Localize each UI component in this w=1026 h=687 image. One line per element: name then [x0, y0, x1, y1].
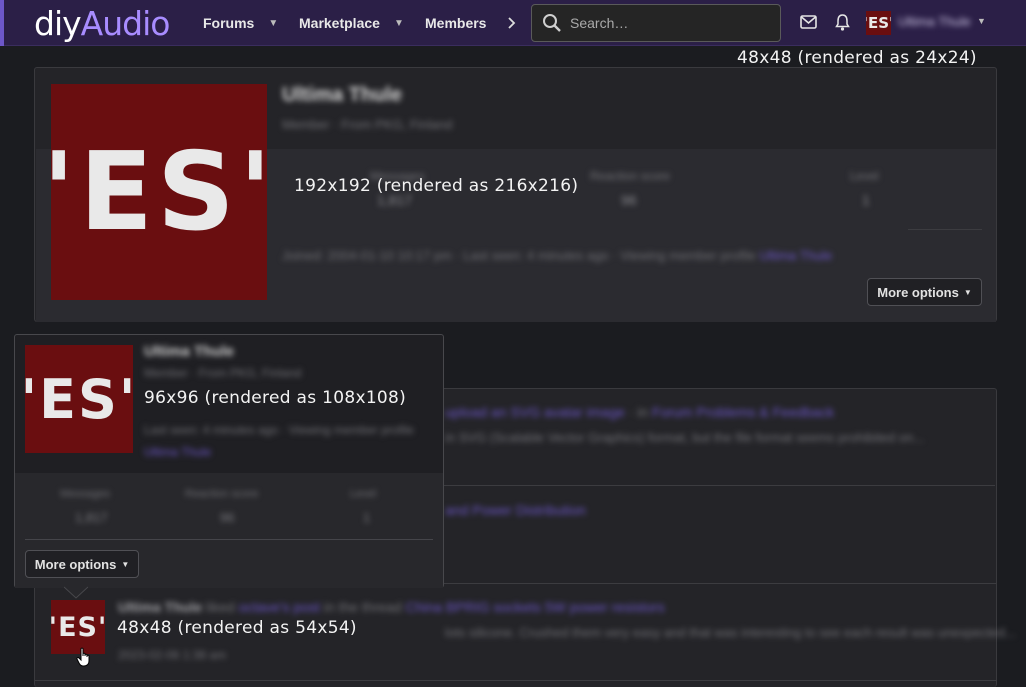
stat-value[interactable]: 96	[621, 192, 637, 208]
activity-item[interactable]: upload an SVG avatar image · in Forum Pr…	[445, 404, 834, 420]
site-logo[interactable]: diyAudio	[34, 4, 171, 43]
activity-item[interactable]: and Power Distribution	[445, 502, 586, 518]
caret-down-icon: ▼	[963, 287, 972, 297]
user-link[interactable]: Ultima Thule	[118, 599, 202, 615]
search-icon	[543, 14, 561, 32]
annotation-medium: 96x96 (rendered as 108x108)	[144, 388, 407, 408]
activity-avatar-small[interactable]: 'ES'	[51, 600, 105, 654]
site-header: diyAudio Forums ▼ Marketplace ▼ Members …	[0, 0, 1026, 46]
tooltip-name[interactable]: Ultima Thule	[144, 343, 234, 360]
member-tooltip: 'ES' Ultima Thule Member · From PKG, Fin…	[14, 334, 444, 588]
profile-name[interactable]: Ultima Thule	[282, 84, 402, 107]
last-seen-link[interactable]: Ultima Thule	[144, 445, 211, 459]
stat-value[interactable]: 96	[220, 510, 234, 525]
logo-diy: diy	[34, 4, 82, 43]
activity-text: liked	[205, 599, 235, 615]
account-name[interactable]: Ultima Thule	[898, 14, 971, 29]
hand-cursor-icon	[76, 647, 90, 667]
tooltip-subtitle: Member · From PKG, Finland	[144, 366, 302, 380]
annotation-large: 192x192 (rendered as 216x216)	[294, 176, 579, 196]
thread-link[interactable]: China BPRIG sockets 5W power resistors	[406, 599, 665, 615]
bell-icon[interactable]	[835, 13, 850, 31]
stat-value[interactable]: 1	[862, 192, 870, 208]
avatar-text: 'ES'	[25, 367, 133, 431]
stat-label: Level	[350, 488, 377, 500]
nav-more-arrow[interactable]	[506, 0, 516, 46]
annotation-small: 48x48 (rendered as 54x54)	[117, 618, 357, 638]
avatar-text: 'ES'	[51, 611, 105, 643]
caret-down-icon: ▼	[121, 559, 130, 569]
profile-avatar-large[interactable]: 'ES'	[51, 84, 267, 300]
stat-label: Level	[850, 169, 879, 183]
nav-forums[interactable]: Forums ▼	[203, 0, 278, 46]
account-avatar[interactable]: 'ES'	[866, 11, 891, 35]
logo-audio: Audio	[80, 4, 171, 43]
nav-members-label: Members	[425, 15, 487, 31]
nav-members[interactable]: Members	[425, 0, 486, 46]
chevron-right-icon[interactable]	[506, 17, 516, 29]
thread-link[interactable]: upload an SVG avatar image	[445, 404, 625, 420]
avatar-text: 'ES'	[51, 129, 267, 255]
activity-time: 2023-02-06 1:38 am	[118, 648, 227, 662]
divider	[35, 680, 997, 681]
annotation-top-right: 48x48 (rendered as 24x24)	[737, 48, 977, 68]
stat-value[interactable]: 1	[363, 510, 370, 525]
search-input[interactable]	[570, 15, 770, 31]
chevron-down-icon[interactable]: ▼	[394, 18, 404, 29]
tooltip-last-seen: Last seen: 4 minutes ago · Viewing membe…	[144, 419, 424, 463]
header-accent-bar	[0, 0, 4, 46]
activity-item[interactable]: Ultima Thule liked octave's post in the …	[118, 599, 665, 615]
nav-forums-label: Forums	[203, 15, 255, 31]
activity-text: in the thread	[323, 599, 402, 615]
stat-label: Reaction score	[185, 488, 259, 500]
more-options-label: More options	[34, 556, 117, 572]
stat-label: Reaction score	[590, 169, 671, 183]
divider	[25, 539, 433, 540]
more-options-label: More options	[877, 284, 959, 300]
nav-marketplace-label: Marketplace	[299, 15, 380, 31]
search-box[interactable]	[531, 4, 781, 42]
tooltip-arrow	[64, 586, 88, 599]
last-seen-text: Last seen: 4 minutes ago · Viewing membe…	[144, 423, 414, 437]
avatar-text: 'ES'	[866, 14, 891, 32]
tooltip-avatar-medium[interactable]: 'ES'	[25, 345, 133, 453]
post-link[interactable]: octave's post	[239, 599, 320, 615]
profile-subtitle: Member · From PKG, Finland	[282, 117, 453, 132]
activity-snippet: lots silicone. Crushed them very easy an…	[445, 625, 1016, 640]
meta-text: Joined: 2004-01-10 10:17 pm · Last seen:…	[282, 248, 756, 263]
profile-meta: Joined: 2004-01-10 10:17 pm · Last seen:…	[282, 248, 832, 263]
stat-value[interactable]: 1,817	[75, 510, 108, 525]
activity-snippet: in SVG (Scalable Vector Graphics) format…	[445, 430, 925, 445]
mail-icon[interactable]	[800, 15, 817, 29]
activity-text: · in	[628, 404, 649, 420]
more-options-button[interactable]: More options ▼	[25, 550, 139, 578]
thread-link[interactable]: and Power Distribution	[445, 502, 586, 518]
meta-link[interactable]: Ultima Thule	[759, 248, 832, 263]
nav-marketplace[interactable]: Marketplace ▼	[299, 0, 404, 46]
chevron-down-icon[interactable]: ▼	[268, 18, 278, 29]
more-options-button[interactable]: More options ▼	[867, 278, 982, 306]
divider	[908, 229, 982, 230]
stat-label: Messages	[60, 488, 111, 500]
chevron-down-icon[interactable]: ▼	[977, 16, 986, 26]
forum-link[interactable]: Forum Problems & Feedback	[652, 404, 834, 420]
